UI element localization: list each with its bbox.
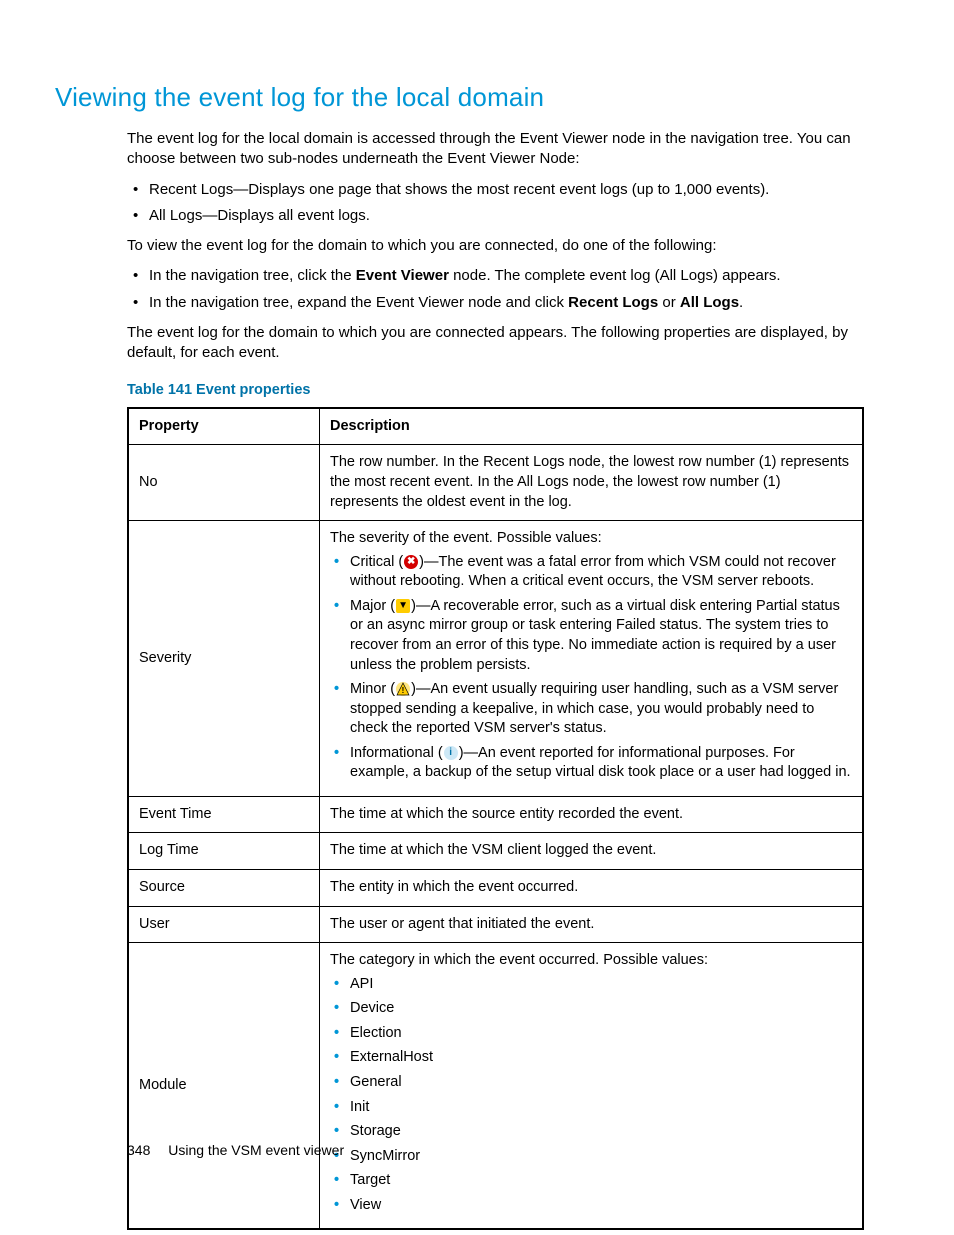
appears-paragraph: The event log for the domain to which yo… xyxy=(127,323,864,364)
property-cell: Severity xyxy=(128,521,320,797)
bold-text: Event Viewer xyxy=(356,267,449,284)
page: Viewing the event log for the local doma… xyxy=(0,0,954,1235)
col-header-description: Description xyxy=(320,408,864,445)
info-icon: i xyxy=(444,746,458,760)
table-row: Event Time The time at which the source … xyxy=(128,796,863,833)
property-cell: Log Time xyxy=(128,833,320,870)
major-icon: ▼ xyxy=(396,599,410,613)
table-row: Source The entity in which the event occ… xyxy=(128,870,863,907)
page-number: 348 xyxy=(127,1141,150,1160)
list-item: In the navigation tree, click the Event … xyxy=(127,266,864,286)
list-item: Init xyxy=(330,1098,852,1118)
intro-paragraph: The event log for the local domain is ac… xyxy=(127,129,864,170)
list-item: View xyxy=(330,1196,852,1216)
property-cell: Module xyxy=(128,943,320,1230)
list-item: Election xyxy=(330,1024,852,1044)
description-cell: The entity in which the event occurred. xyxy=(320,870,864,907)
list-item: Informational (i)—An event reported for … xyxy=(330,744,852,783)
instruction-list: In the navigation tree, click the Event … xyxy=(127,266,864,313)
module-list: API Device Election ExternalHost General… xyxy=(330,975,852,1216)
property-cell: Event Time xyxy=(128,796,320,833)
table-row: Severity The severity of the event. Poss… xyxy=(128,521,863,797)
event-properties-table: Property Description No The row number. … xyxy=(127,407,864,1230)
page-footer: 348 Using the VSM event viewer xyxy=(127,1141,344,1160)
module-lead: The category in which the event occurred… xyxy=(330,951,852,971)
list-item: General xyxy=(330,1073,852,1093)
text: node. The complete event log (All Logs) … xyxy=(449,267,781,284)
list-item: Recent Logs—Displays one page that shows… xyxy=(127,180,864,200)
property-cell: User xyxy=(128,906,320,943)
text: or xyxy=(658,294,680,311)
text: )—A recoverable error, such as a virtual… xyxy=(350,598,840,673)
list-item: ExternalHost xyxy=(330,1048,852,1068)
list-item: Critical (✖)—The event was a fatal error… xyxy=(330,553,852,592)
text: Major ( xyxy=(350,598,395,614)
text: Minor ( xyxy=(350,681,395,697)
table-row: User The user or agent that initiated th… xyxy=(128,906,863,943)
minor-icon: ! xyxy=(396,682,410,696)
section-heading: Viewing the event log for the local doma… xyxy=(55,80,894,115)
list-item: Major (▼)—A recoverable error, such as a… xyxy=(330,597,852,675)
table-caption: Table 141 Event properties xyxy=(127,381,864,401)
bold-text: Recent Logs xyxy=(568,294,658,311)
text: In the navigation tree, expand the Event… xyxy=(149,294,568,311)
subnode-list: Recent Logs—Displays one page that shows… xyxy=(127,180,864,227)
list-item: Device xyxy=(330,999,852,1019)
text: Critical ( xyxy=(350,554,403,570)
table-row: Module The category in which the event o… xyxy=(128,943,863,1230)
text: In the navigation tree, click the xyxy=(149,267,356,284)
property-cell: No xyxy=(128,445,320,521)
table-row: Log Time The time at which the VSM clien… xyxy=(128,833,863,870)
description-cell: The severity of the event. Possible valu… xyxy=(320,521,864,797)
list-item: SyncMirror xyxy=(330,1147,852,1167)
severity-list: Critical (✖)—The event was a fatal error… xyxy=(330,553,852,783)
col-header-property: Property xyxy=(128,408,320,445)
instruction-lead: To view the event log for the domain to … xyxy=(127,236,864,256)
svg-text:!: ! xyxy=(402,686,405,695)
text: )—The event was a fatal error from which… xyxy=(350,554,836,590)
body-content: The event log for the local domain is ac… xyxy=(127,129,864,1230)
description-cell: The row number. In the Recent Logs node,… xyxy=(320,445,864,521)
description-cell: The user or agent that initiated the eve… xyxy=(320,906,864,943)
list-item: Minor (!)—An event usually requiring use… xyxy=(330,680,852,739)
list-item: Storage xyxy=(330,1122,852,1142)
description-cell: The time at which the source entity reco… xyxy=(320,796,864,833)
description-cell: The category in which the event occurred… xyxy=(320,943,864,1230)
bold-text: All Logs xyxy=(680,294,739,311)
critical-icon: ✖ xyxy=(404,555,418,569)
text: )—An event usually requiring user handli… xyxy=(350,681,838,736)
list-item: API xyxy=(330,975,852,995)
text: Informational ( xyxy=(350,745,443,761)
footer-title: Using the VSM event viewer xyxy=(168,1142,344,1158)
list-item: All Logs—Displays all event logs. xyxy=(127,206,864,226)
list-item: In the navigation tree, expand the Event… xyxy=(127,293,864,313)
list-item: Target xyxy=(330,1171,852,1191)
table-row: No The row number. In the Recent Logs no… xyxy=(128,445,863,521)
severity-lead: The severity of the event. Possible valu… xyxy=(330,529,852,549)
property-cell: Source xyxy=(128,870,320,907)
text: . xyxy=(739,294,743,311)
table-header-row: Property Description xyxy=(128,408,863,445)
description-cell: The time at which the VSM client logged … xyxy=(320,833,864,870)
